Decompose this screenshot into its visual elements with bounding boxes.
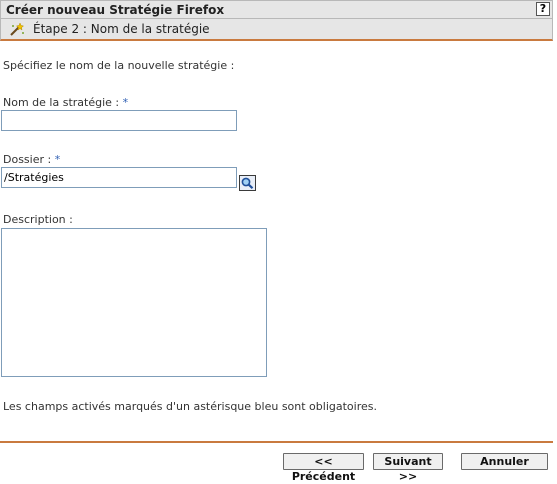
help-button[interactable]: ? <box>536 2 550 16</box>
wizard-title: Créer nouveau Stratégie Firefox <box>6 3 225 17</box>
cancel-button[interactable]: Annuler <box>461 453 548 470</box>
policy-name-input[interactable] <box>1 110 237 131</box>
step-title: Étape 2 : Nom de la stratégie <box>33 22 210 36</box>
next-button[interactable]: Suivant >> <box>373 453 443 483</box>
footer-divider <box>0 441 553 443</box>
folder-label-text: Dossier : <box>3 153 52 166</box>
previous-button[interactable]: << Précédent <box>283 453 364 483</box>
step-header: Étape 2 : Nom de la stratégie <box>0 19 553 41</box>
intro-text: Spécifiez le nom de la nouvelle stratégi… <box>3 59 235 72</box>
policy-name-label-text: Nom de la stratégie : <box>3 96 120 109</box>
required-fields-note: Les champs activés marqués d'un astérisq… <box>3 400 377 413</box>
folder-browse-button[interactable] <box>239 175 256 191</box>
wizard-title-bar: Créer nouveau Stratégie Firefox ? <box>0 0 553 19</box>
search-icon <box>241 177 254 190</box>
required-marker: * <box>54 153 61 166</box>
policy-name-label: Nom de la stratégie : * <box>3 96 128 109</box>
description-textarea[interactable] <box>1 228 267 377</box>
wand-icon <box>10 22 25 36</box>
folder-label: Dossier : * <box>3 153 60 166</box>
required-marker: * <box>122 96 129 109</box>
description-label: Description : <box>3 213 73 226</box>
folder-input[interactable] <box>1 167 237 188</box>
